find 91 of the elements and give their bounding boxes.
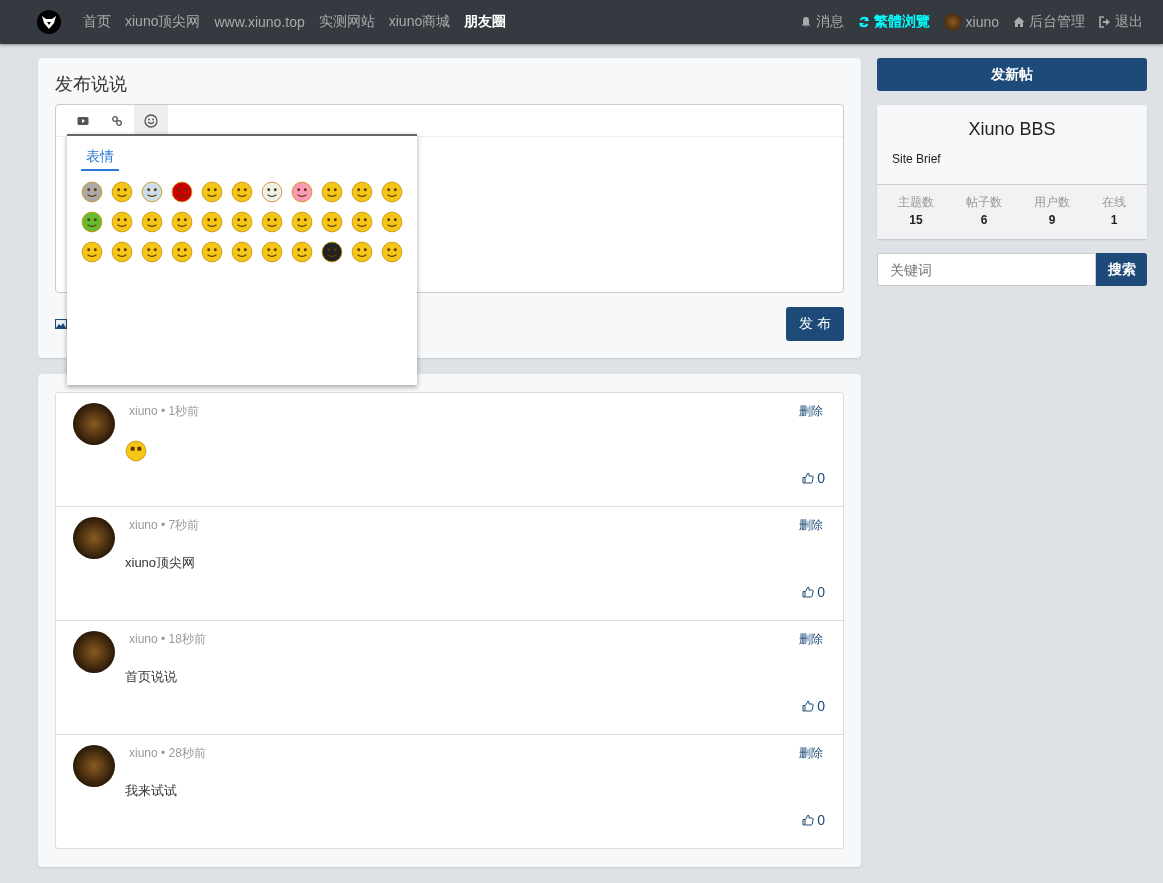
post-meta: xiuno • 28秒前 (129, 745, 206, 762)
emoji-icon[interactable] (381, 181, 403, 203)
stat-label: 用户数 (1034, 194, 1070, 211)
like-button[interactable]: 0 (802, 584, 825, 600)
delete-link[interactable]: 删除 (799, 631, 823, 648)
emoji-icon[interactable] (171, 181, 193, 203)
nav-link[interactable]: xiuno商城 (388, 13, 451, 31)
post-meta: xiuno • 1秒前 (129, 403, 200, 420)
stat-value: 15 (909, 213, 923, 227)
emoji-icon[interactable] (111, 241, 133, 263)
new-post-button[interactable]: 发新帖 (877, 58, 1147, 91)
emoji-icon[interactable] (261, 241, 283, 263)
emoji-icon[interactable] (231, 241, 253, 263)
emoji-icon (125, 440, 147, 462)
post-meta: xiuno • 18秒前 (129, 631, 206, 648)
search-button[interactable]: 搜索 (1096, 253, 1147, 286)
emoji-icon[interactable] (141, 211, 163, 233)
emoji-tool-button[interactable] (134, 105, 168, 136)
emoji-icon[interactable] (351, 241, 373, 263)
publish-button[interactable]: 发 布 (786, 307, 844, 341)
delete-link[interactable]: 删除 (799, 517, 823, 534)
emoji-icon[interactable] (111, 211, 133, 233)
emoji-icon[interactable] (321, 181, 343, 203)
user-avatar[interactable] (73, 517, 115, 559)
emoji-icon[interactable] (81, 241, 103, 263)
nav-link[interactable]: 首页 (83, 13, 111, 31)
emoji-icon[interactable] (261, 211, 283, 233)
bell-icon (799, 16, 812, 28)
search-field[interactable]: 关键词 (877, 253, 1096, 286)
emoji-icon[interactable] (261, 181, 283, 203)
nav-link[interactable]: 后台管理 (1013, 13, 1085, 31)
nav-link[interactable]: 消息 (799, 13, 844, 31)
emoji-icon[interactable] (201, 181, 223, 203)
home-icon (1013, 16, 1025, 28)
video-icon (77, 114, 89, 127)
stat-label: 帖子数 (966, 194, 1002, 211)
nav-link[interactable]: 繁體浏覽 (857, 13, 930, 31)
like-button[interactable]: 0 (802, 698, 825, 714)
site-name: Xiuno BBS (967, 118, 1057, 140)
nav-link[interactable]: www.xiuno.top (214, 14, 305, 30)
post-text: 我来试试 (125, 783, 177, 798)
smiley-icon (144, 113, 158, 128)
image-upload-icon[interactable] (55, 319, 67, 329)
emoji-icon[interactable] (141, 181, 163, 203)
stat-value: 1 (1110, 213, 1118, 227)
emoji-icon[interactable] (201, 241, 223, 263)
site-brief: Site Brief (891, 151, 942, 168)
nav-link[interactable]: 退出 (1099, 13, 1143, 31)
stat-label: 在线 (1102, 194, 1126, 211)
like-button[interactable]: 0 (802, 470, 825, 486)
user-avatar[interactable] (73, 745, 115, 787)
emoji-icon[interactable] (291, 241, 313, 263)
delete-link[interactable]: 删除 (799, 745, 823, 762)
emoji-icon[interactable] (321, 241, 343, 263)
emoji-icon[interactable] (351, 181, 373, 203)
emoji-icon[interactable] (351, 211, 373, 233)
stat-value: 9 (1048, 213, 1056, 227)
stat-label: 主题数 (898, 194, 934, 211)
link-icon (111, 114, 123, 127)
stat-value: 6 (980, 213, 988, 227)
nav-link[interactable]: xiuno顶尖网 (125, 13, 201, 31)
post-text: 首页说说 (125, 669, 177, 684)
post-meta: xiuno • 7秒前 (129, 517, 200, 534)
delete-link[interactable]: 删除 (799, 403, 823, 420)
emoji-icon[interactable] (291, 181, 313, 203)
emoji-icon[interactable] (141, 241, 163, 263)
emoji-icon[interactable] (171, 211, 193, 233)
emoji-icon[interactable] (231, 211, 253, 233)
emoji-icon[interactable] (321, 211, 343, 233)
emoji-icon[interactable] (381, 241, 403, 263)
emoji-icon[interactable] (81, 181, 103, 203)
refresh-icon (857, 16, 870, 28)
nav-link[interactable]: 实测网站 (318, 13, 375, 31)
composer-title: 发布说说 (55, 73, 128, 96)
user-avatar (943, 13, 962, 31)
logout-icon (1099, 16, 1111, 28)
emoji-icon[interactable] (381, 211, 403, 233)
user-avatar[interactable] (73, 631, 115, 673)
emoji-icon[interactable] (231, 181, 253, 203)
emoji-icon[interactable] (291, 211, 313, 233)
post-text: xiuno顶尖网 (125, 555, 196, 570)
nav-link[interactable]: xiuno (943, 13, 999, 31)
emoji-tab[interactable]: 表情 (81, 148, 119, 171)
like-button[interactable]: 0 (802, 812, 825, 828)
emoji-icon[interactable] (81, 211, 103, 233)
logo-icon[interactable] (37, 10, 61, 34)
emoji-icon[interactable] (171, 241, 193, 263)
user-avatar[interactable] (73, 403, 115, 445)
nav-link[interactable]: 朋友圈 (464, 13, 507, 31)
emoji-icon[interactable] (201, 211, 223, 233)
emoji-icon[interactable] (111, 181, 133, 203)
